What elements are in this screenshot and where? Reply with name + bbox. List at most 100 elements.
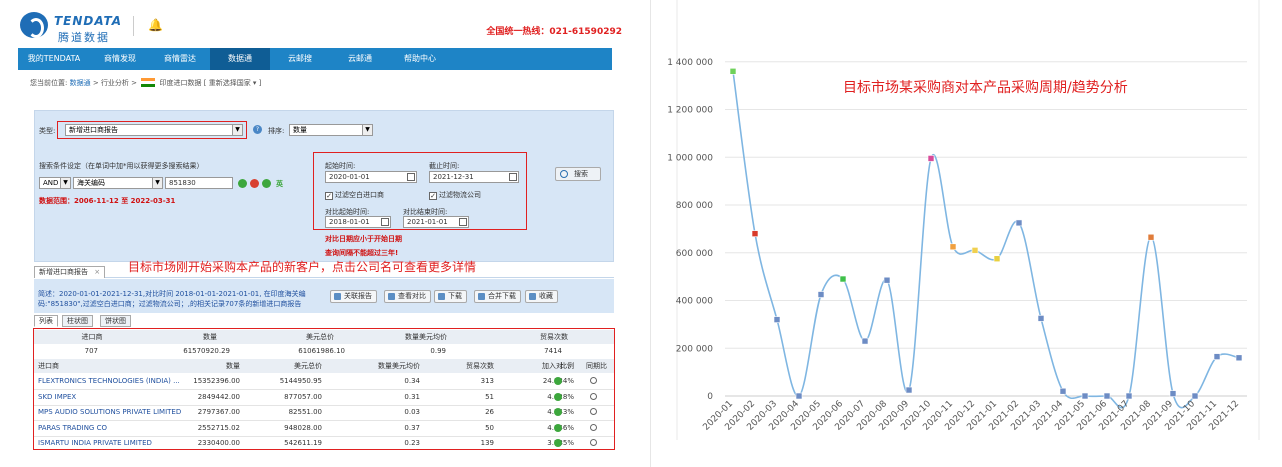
totals-value-cell: 61570920.29 [183,347,230,355]
data-point-2020-02 [751,230,759,237]
start-date-value: 2020-01-01 [329,173,370,181]
y-tick-label: 1 000 000 [667,153,713,163]
detail-header-cell: 同期比 [586,362,607,370]
compare-start-value: 2018-01-01 [329,218,370,226]
nav-item-4[interactable]: 云邮搜 [270,48,330,70]
search-icon[interactable] [590,392,597,400]
compare-end-input[interactable]: 2021-01-01 [403,216,469,228]
top-header: TENDATA 腾道数据 🔔 全国统一热线：021-61590292 [0,10,640,46]
chevron-down-icon: ▼ [362,125,372,135]
main-nav: 我的TENDATA 商情发现 商情雷达 数据通 云邮搜 云邮通 帮助中心 [18,48,612,70]
start-date-input[interactable]: 2020-01-01 [325,171,417,183]
table-cell: 542611.19 [284,439,322,447]
close-icon[interactable]: × [94,268,100,276]
breadcrumb-country[interactable]: 印度进口数据 [ 重新选择国家 ▾ ] [160,79,262,87]
data-point-2021-05 [1081,392,1089,400]
nav-item-3[interactable]: 数据通 [210,48,270,70]
breadcrumb: 您当前位置: 数据通 > 行业分析 > 印度进口数据 [ 重新选择国家 ▾ ] [30,78,261,88]
filter-empty-checkbox[interactable]: ✓ 过滤空白进口商 [325,190,384,200]
data-point-2021-12 [1235,354,1243,362]
hs-code-input[interactable]: 851830 [165,177,233,189]
add-compare-icon[interactable] [554,439,562,447]
importer-table: 进口商 数量 美元总价 数量美元均价 贸易次数 707 61570920.29 6106198… [34,328,614,450]
add-compare-icon[interactable] [554,408,562,416]
remove-condition-icon[interactable] [250,179,259,188]
detail-header-row: 进口商 数量 美元总价 数量美元均价 贸易次数 比例 加入对... 同期比 [34,359,614,373]
table-row: PARAS TRADING CO 2552715.02 948028.00 0.37 5… [34,421,614,435]
search-icon[interactable] [590,408,597,415]
data-point-2020-08 [883,276,891,284]
logo-chinese: 腾道数据 [58,31,110,44]
search-icon[interactable] [590,423,597,431]
checkbox-checked-icon[interactable]: ✓ [325,192,333,200]
highlight-type [57,121,247,139]
data-point-2020-06 [839,275,847,283]
data-point-2021-07 [1125,392,1133,400]
table-row: FLEXTRONICS TECHNOLOGIES (INDIA) ... 1535… [34,374,614,388]
breadcrumb-industry[interactable]: 行业分析 [101,79,129,87]
field-select[interactable]: 海关编码 ▼ [73,177,163,189]
tendata-logo-icon[interactable] [20,12,48,38]
logo-english: TENDATA [54,14,123,28]
report-summary: 简述：2020-01-01-2021-12-31,对比时间 2018-01-01… [34,279,614,313]
search-icon[interactable] [590,377,597,384]
sort-label: 排序: [268,127,285,135]
search-icon[interactable] [590,439,597,446]
related-report-button[interactable]: 关联报告 [330,290,377,303]
detail-header-cell: 美元总价 [294,362,322,370]
search-button[interactable]: 搜索 [555,167,601,181]
table-cell: 5144950.95 [279,377,322,385]
tab-new-importer-report[interactable]: 新增进口商报告 × [34,266,106,278]
hotline-text: 全国统一热线：021-61590292 [486,27,622,37]
add-condition-alt-icon[interactable] [262,179,271,188]
help-icon[interactable]: ? [253,125,262,134]
subtab-0[interactable]: 列表 [34,315,58,327]
totals-value-cell: 7414 [544,347,562,355]
purchase-trend-chart: 0 200 000 400 000 600 000 800 000 1 000 000 1 … [667,0,1260,440]
end-label: 截止时间: [429,162,460,170]
checkbox-checked-icon[interactable]: ✓ [429,192,437,200]
data-point-2021-02 [1015,219,1023,227]
favorite-button[interactable]: 收藏 [525,290,558,303]
y-tick-label: 0 [707,392,713,402]
bell-icon[interactable]: 🔔 [148,18,163,32]
search-button-label: 搜索 [574,170,588,178]
end-date-input[interactable]: 2021-12-31 [429,171,519,183]
filter-logistics-checkbox[interactable]: ✓ 过滤物流公司 [429,190,481,200]
nav-item-6[interactable]: 帮助中心 [390,48,450,70]
nav-item-5[interactable]: 云邮通 [330,48,390,70]
logic-select[interactable]: AND ▼ [39,177,71,189]
download-button[interactable]: 下载 [434,290,467,303]
totals-header-cell: 进口商 [81,333,103,341]
add-condition-icon[interactable] [238,179,247,188]
table-cell: 948028.00 [284,423,322,432]
tendata-app-panel: TENDATA 腾道数据 🔔 全国统一热线：021-61590292 我的TEN… [0,0,640,467]
calendar-icon[interactable] [407,173,415,181]
sort-select[interactable]: 数量 ▼ [289,124,373,136]
add-compare-icon[interactable] [554,392,562,401]
compare-warning: 对比日期应小于开始日期 [325,235,402,243]
add-compare-icon[interactable] [554,377,562,385]
data-point-2021-01 [993,255,1001,263]
totals-header-cell: 数量美元均价 [405,333,447,341]
calendar-icon[interactable] [509,173,517,181]
y-tick-label: 1 400 000 [667,58,713,68]
calendar-icon[interactable] [459,218,467,226]
data-point-2021-03 [1037,315,1045,322]
compare-button[interactable]: 查看对比 [384,290,431,303]
nav-item-0[interactable]: 我的TENDATA [18,48,90,70]
calendar-icon[interactable] [381,218,389,226]
merge-download-button[interactable]: 合并下载 [474,290,521,303]
data-point-2021-06 [1103,392,1111,400]
data-point-2021-11 [1213,353,1221,360]
subtab-1[interactable]: 柱状图 [62,315,93,327]
totals-value-cell: 61061986.10 [298,347,345,355]
nav-item-2[interactable]: 商情雷达 [150,48,210,70]
add-compare-icon[interactable] [554,423,562,432]
compare-start-input[interactable]: 2018-01-01 [325,216,391,228]
nav-item-1[interactable]: 商情发现 [90,48,150,70]
breadcrumb-link-data[interactable]: 数据通 [70,79,91,87]
english-toggle[interactable]: 英 [276,179,283,189]
data-point-2020-10 [927,155,935,162]
subtab-2[interactable]: 饼状图 [100,315,131,327]
